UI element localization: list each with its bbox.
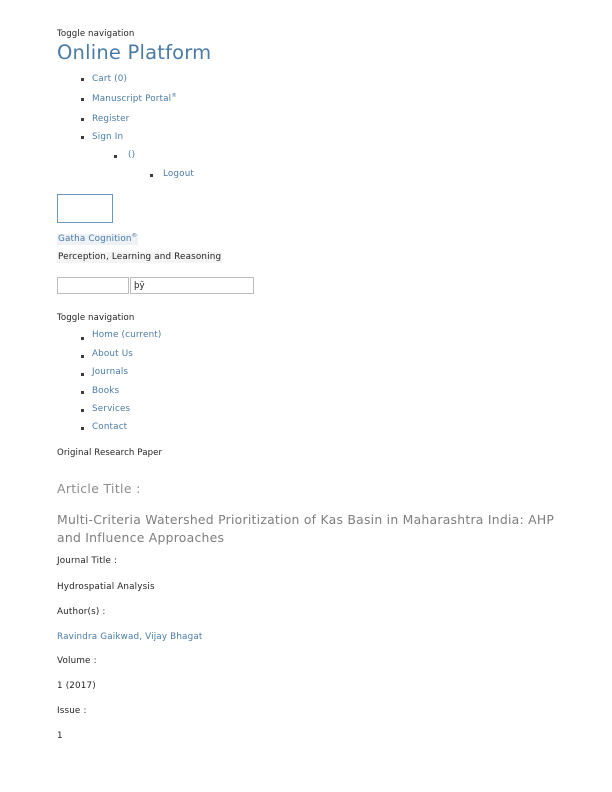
list-bullet-icon	[114, 155, 117, 158]
site-name-link[interactable]: Gatha Cognition®	[57, 233, 139, 245]
list-bullet-icon	[81, 409, 84, 412]
site-name-label: Gatha Cognition	[58, 234, 132, 244]
article-title: Multi-Criteria Watershed Prioritization …	[57, 512, 555, 546]
authors-value[interactable]: Ravindra Gaikwad, Vijay Bhagat	[57, 632, 202, 642]
nav-item-register[interactable]: Register	[92, 115, 129, 124]
article-title-label: Article Title :	[57, 481, 141, 496]
main-nav-item-services[interactable]: Services	[92, 405, 130, 414]
search-category-input[interactable]	[57, 277, 129, 294]
nav-subitem-logout[interactable]: Logout	[163, 170, 194, 179]
list-bullet-icon	[81, 337, 84, 340]
list-bullet-icon	[81, 78, 84, 81]
nav-item-manuscript-portal-label: Manuscript Portal	[92, 94, 172, 104]
list-bullet-icon	[81, 391, 84, 394]
list-bullet-icon	[81, 98, 84, 101]
main-toggle-navigation[interactable]: Toggle navigation	[57, 314, 134, 323]
volume-value: 1 (2017)	[57, 681, 96, 691]
journal-title-value: Hydrospatial Analysis	[57, 582, 155, 592]
article-kicker: Original Research Paper	[57, 448, 163, 458]
registered-trademark-icon: ®	[171, 93, 178, 100]
issue-value: 1	[57, 731, 63, 741]
list-bullet-icon	[150, 174, 153, 177]
volume-label: Volume :	[57, 656, 97, 666]
list-bullet-icon	[81, 427, 84, 430]
list-bullet-icon	[81, 118, 84, 121]
search-input[interactable]	[130, 277, 254, 294]
issue-label: Issue :	[57, 706, 87, 716]
list-bullet-icon	[81, 355, 84, 358]
page-root: Toggle navigation Online Platform Cart (…	[0, 0, 612, 792]
authors-label: Author(s) :	[57, 607, 106, 617]
main-nav-item-books[interactable]: Books	[92, 387, 119, 396]
main-nav-item-contact[interactable]: Contact	[92, 423, 127, 432]
nav-subitem-logout-label: Logout	[163, 169, 195, 179]
registered-trademark-icon: ®	[131, 233, 138, 240]
nav-item-cart[interactable]: Cart (0)	[92, 75, 127, 84]
top-toggle-navigation[interactable]: Toggle navigation	[57, 30, 134, 39]
main-nav-item-home[interactable]: Home (current)	[92, 331, 161, 340]
nav-item-sign-in[interactable]: Sign In	[92, 133, 123, 142]
main-nav-item-journals[interactable]: Journals	[92, 368, 128, 377]
main-nav-item-about-us[interactable]: About Us	[92, 350, 133, 359]
list-bullet-icon	[81, 136, 84, 139]
nav-item-manuscript-portal[interactable]: Manuscript Portal®	[92, 93, 178, 104]
site-tagline: Perception, Learning and Reasoning	[57, 252, 223, 263]
list-bullet-icon	[81, 373, 84, 376]
site-logo-placeholder[interactable]	[57, 194, 113, 223]
nav-subitem-account[interactable]: ()	[128, 151, 135, 160]
brand-title[interactable]: Online Platform	[57, 43, 211, 63]
journal-title-label: Journal Title :	[57, 556, 118, 566]
